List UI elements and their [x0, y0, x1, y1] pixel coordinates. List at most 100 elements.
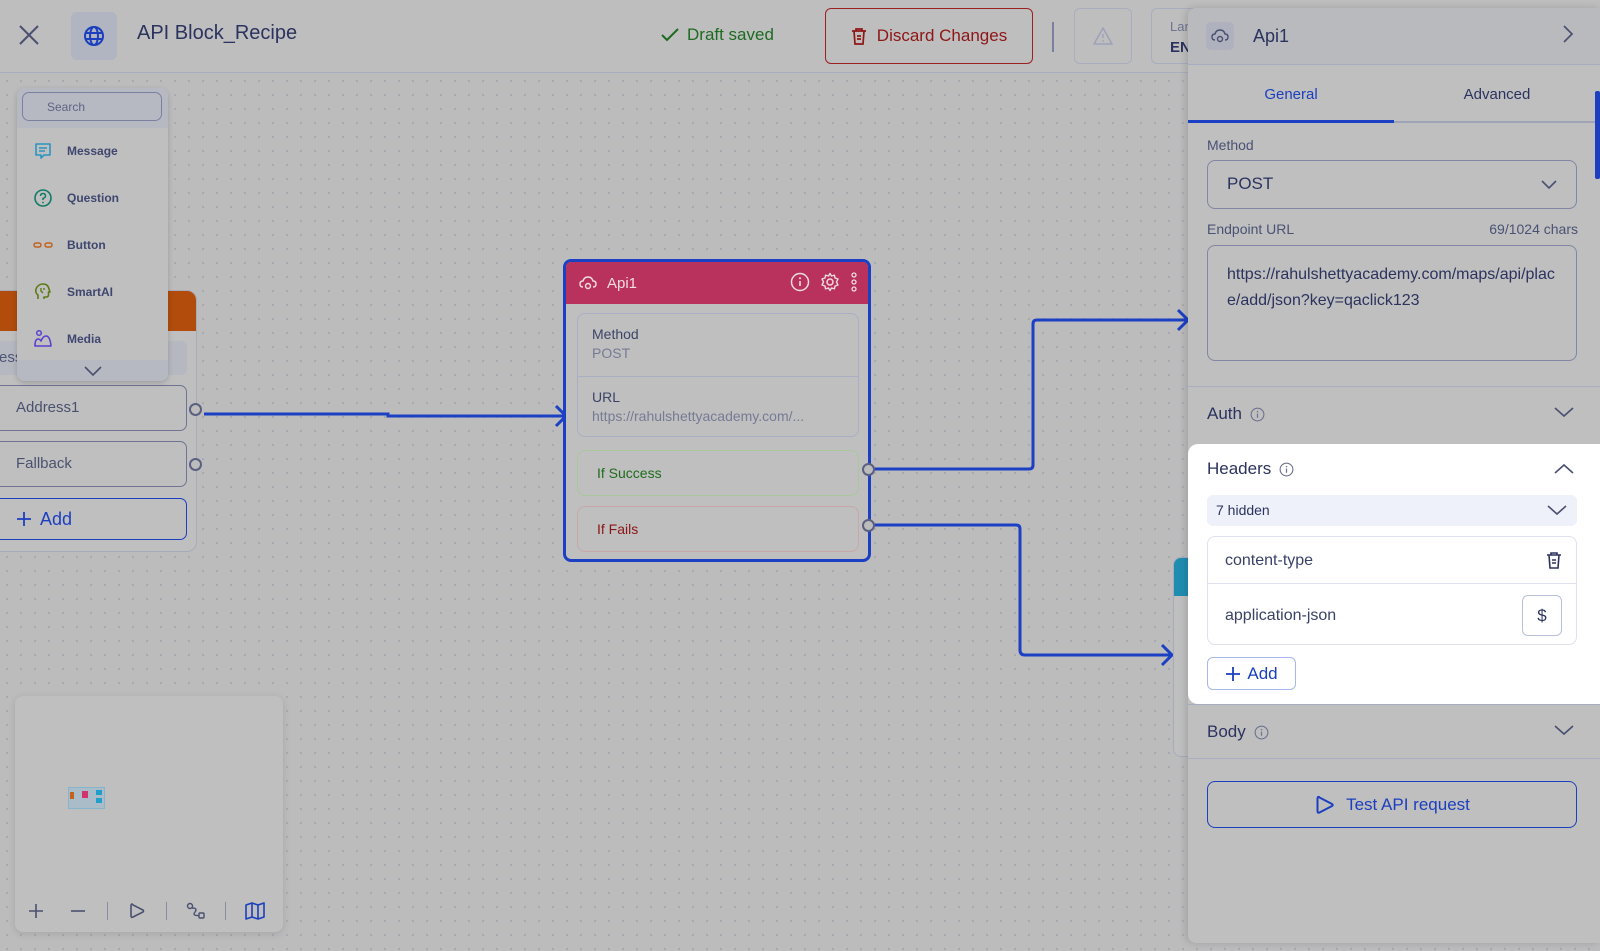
zoom-in-button[interactable]	[15, 890, 57, 932]
tab-general[interactable]: General	[1188, 66, 1394, 123]
divider	[107, 902, 108, 920]
palette-item-label: SmartAI	[67, 285, 114, 299]
minimap-viewport[interactable]	[68, 787, 105, 809]
panel-collapse-button[interactable]	[1562, 24, 1574, 49]
auto-layout-button[interactable]	[175, 890, 217, 932]
palette-item-button[interactable]: Button	[17, 222, 168, 268]
header-value-value: application-json	[1225, 607, 1337, 624]
button-icon	[33, 235, 53, 255]
chevron-down-icon	[1547, 505, 1567, 516]
palette-item-message[interactable]: Message	[17, 128, 168, 174]
panel-icon-box	[1206, 22, 1234, 50]
warning-icon	[1093, 27, 1113, 45]
play-icon	[1316, 795, 1334, 814]
output-port-address1[interactable]	[189, 403, 202, 416]
palette-item-label: Message	[67, 144, 118, 158]
palette-search-wrap	[17, 88, 168, 128]
panel-header: Api1	[1188, 8, 1600, 65]
trash-icon[interactable]	[1546, 551, 1562, 569]
node-option-fallback[interactable]: Fallback	[0, 441, 187, 487]
divider	[166, 902, 167, 920]
close-button[interactable]	[16, 22, 42, 48]
media-icon	[33, 329, 53, 349]
question-icon	[33, 188, 53, 208]
gear-icon[interactable]	[820, 272, 840, 292]
api-node-method: Method POST	[578, 314, 858, 376]
canvas-controls	[15, 890, 283, 932]
panel-title: Api1	[1253, 26, 1290, 46]
info-icon[interactable]	[1250, 407, 1265, 422]
add-header-button[interactable]: Add	[1207, 657, 1296, 690]
chevron-down-icon	[83, 365, 102, 376]
hidden-headers-count: 7 hidden	[1216, 502, 1270, 518]
minimap-node	[82, 791, 88, 798]
method-field-label: Method	[1207, 137, 1254, 153]
more-vertical-icon[interactable]	[850, 272, 858, 292]
test-api-request-button[interactable]: Test API request	[1207, 781, 1577, 828]
header-entry: content-type application-json $	[1207, 536, 1577, 645]
api-cloud-icon	[579, 276, 597, 290]
header-value-field[interactable]: application-json $	[1208, 585, 1576, 646]
divider	[225, 902, 226, 920]
output-port-fail[interactable]	[862, 519, 875, 532]
method-select[interactable]: POST	[1207, 160, 1577, 209]
palette-item-question[interactable]: Question	[17, 175, 168, 221]
chevron-down-icon	[1541, 180, 1557, 190]
auth-section[interactable]: Auth	[1188, 386, 1600, 440]
endpoint-url-label: Endpoint URL	[1207, 221, 1295, 237]
body-label: Body	[1207, 722, 1246, 741]
palette-scroll-more[interactable]	[17, 360, 168, 381]
minimap[interactable]	[15, 696, 283, 932]
method-select-value: POST	[1227, 174, 1274, 193]
panel-scrollbar[interactable]	[1595, 91, 1600, 179]
panel-tabs: General Advanced	[1188, 66, 1600, 123]
minimap-toggle-button[interactable]	[234, 890, 276, 932]
trash-icon	[851, 28, 866, 45]
header-key-value: content-type	[1225, 552, 1314, 569]
if-success-branch[interactable]: If Success	[577, 450, 859, 496]
discard-changes-label: Discard Changes	[876, 26, 1008, 45]
api-node[interactable]: Api1 Method POST URL https://rahulshetty…	[563, 259, 871, 562]
divider	[1188, 758, 1600, 759]
add-option-label: Add	[40, 508, 73, 529]
chevron-up-icon[interactable]	[1554, 462, 1574, 476]
zoom-out-button[interactable]	[57, 890, 99, 932]
preview-button[interactable]	[116, 890, 158, 932]
info-icon[interactable]	[790, 272, 810, 292]
smartai-icon	[33, 282, 53, 302]
headers-label: Headers	[1207, 459, 1272, 478]
info-icon[interactable]	[1254, 725, 1269, 740]
palette-item-label: Question	[67, 191, 120, 205]
if-fails-branch[interactable]: If Fails	[577, 506, 859, 552]
hidden-headers-toggle[interactable]: 7 hidden	[1207, 495, 1577, 526]
header-key-field[interactable]: content-type	[1208, 537, 1576, 584]
discard-changes-button[interactable]: Discard Changes	[825, 8, 1033, 64]
endpoint-char-count: 69/1024 chars	[1489, 221, 1578, 237]
palette-search-input[interactable]	[22, 92, 162, 121]
output-port-fallback[interactable]	[189, 458, 202, 471]
api-cloud-icon	[1211, 29, 1229, 43]
api-node-fields: Method POST URL https://rahulshettyacade…	[577, 313, 859, 437]
api-node-title: Api1	[607, 274, 638, 292]
minimap-node	[96, 798, 102, 803]
message-icon	[33, 141, 53, 161]
output-port-success[interactable]	[862, 463, 875, 476]
endpoint-url-input[interactable]: https://rahulshettyacademy.com/maps/api/…	[1207, 245, 1577, 361]
draft-status-text: Draft saved	[687, 25, 774, 44]
tab-advanced[interactable]: Advanced	[1394, 66, 1600, 123]
info-icon[interactable]	[1279, 462, 1294, 477]
minimap-node	[70, 792, 74, 799]
play-icon	[130, 903, 145, 919]
add-option-button[interactable]: Add	[0, 498, 187, 540]
palette-item-media[interactable]: Media	[17, 316, 168, 362]
palette-item-label: Media	[67, 332, 102, 346]
plus-icon	[1226, 666, 1241, 681]
node-option-address1[interactable]: Address1	[0, 385, 187, 431]
insert-variable-button[interactable]: $	[1522, 595, 1562, 636]
auth-label: Auth	[1207, 404, 1242, 423]
warnings-button[interactable]	[1074, 8, 1132, 64]
body-section[interactable]: Body	[1188, 704, 1600, 758]
map-icon	[245, 902, 265, 920]
palette-item-smartai[interactable]: SmartAI	[17, 269, 168, 315]
minus-icon	[71, 910, 85, 912]
